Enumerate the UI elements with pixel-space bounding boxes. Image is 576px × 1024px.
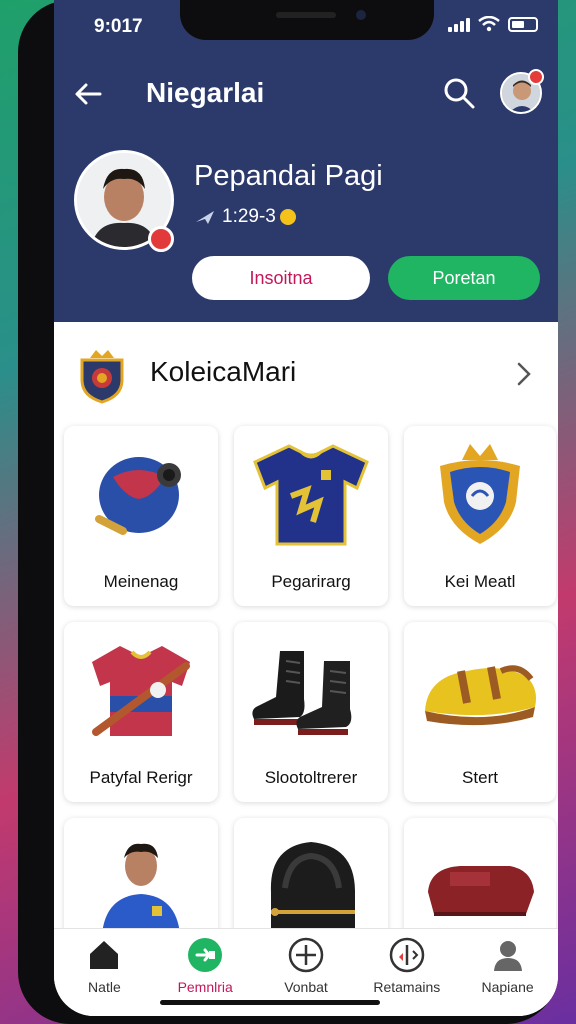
player-icon <box>102 843 180 934</box>
battery-icon <box>508 16 538 32</box>
collection-card-label: Patyfal Rerigr <box>89 768 193 787</box>
collection-card[interactable]: Stert <box>404 622 556 802</box>
page-title: Niegarlai <box>146 77 265 108</box>
glove-icon <box>270 842 355 932</box>
primary-action-button[interactable]: Insoitna <box>192 256 370 300</box>
profile-badge-icon <box>148 226 174 252</box>
plus-circle-icon <box>288 937 324 973</box>
collection-card[interactable]: Slootoltrerer <box>234 622 388 802</box>
plane-icon <box>196 211 214 224</box>
stats-value: 1:29-3 <box>222 206 276 227</box>
collection-card[interactable]: Kei Meatl <box>404 426 556 606</box>
collection-card-label: Stert <box>462 768 498 787</box>
tab-label: Natle <box>88 979 121 995</box>
person-icon <box>493 941 522 971</box>
status-icons <box>448 16 538 32</box>
collection-grid: Meinenag Pegarirarg Kei Meatl Patyfal Re… <box>64 426 558 998</box>
tab-label: Napiane <box>481 979 534 995</box>
tab-label: Pemnlria <box>177 979 233 995</box>
tab-label: Vonbat <box>284 979 328 995</box>
timer-icon <box>389 937 425 973</box>
red-cap-icon <box>428 866 534 916</box>
collection-card[interactable]: Patyfal Rerigr <box>64 622 218 802</box>
status-time: 9:017 <box>94 16 143 37</box>
shirt-with-bat-icon <box>92 646 190 736</box>
collection-title: KoleicaMari <box>150 356 297 387</box>
tab-home[interactable]: Natle <box>54 929 155 1016</box>
home-indicator[interactable] <box>160 1000 380 1005</box>
phone-frame: 9:017 Niegarlai Pepandai Pagi 1:29-3 Ins… <box>18 0 558 1024</box>
signal-icon <box>448 16 470 32</box>
green-circle-icon <box>188 938 223 972</box>
collection-card-label: Meinenag <box>103 572 179 591</box>
tab-label: Retamains <box>373 979 441 995</box>
collection-header[interactable]: KoleicaMari <box>54 336 558 412</box>
notification-badge <box>528 69 544 85</box>
home-icon <box>90 941 119 969</box>
collection-card[interactable]: Pegarirarg <box>234 426 388 606</box>
collection-card-label: Slootoltrerer <box>264 768 358 787</box>
profile-header: 9:017 Niegarlai Pepandai Pagi 1:29-3 Ins… <box>54 0 558 322</box>
device-notch <box>180 0 434 40</box>
app-screen: 9:017 Niegarlai Pepandai Pagi 1:29-3 Ins… <box>54 0 558 1016</box>
search-icon[interactable] <box>442 76 476 110</box>
jersey-icon <box>253 444 369 546</box>
collection-card[interactable]: Meinenag <box>64 426 218 606</box>
shield-ball-icon <box>95 457 181 535</box>
profile-stats: 1:29-3 <box>194 206 296 228</box>
collection-card-label: Pegarirarg <box>271 572 351 591</box>
crest-badge-icon <box>440 444 520 544</box>
yellow-shoe-icon <box>425 665 536 726</box>
crest-icon <box>80 350 124 404</box>
collection-card-label: Kei Meatl <box>444 572 516 591</box>
back-arrow-icon[interactable] <box>72 78 104 110</box>
secondary-action-button[interactable]: Poretan <box>388 256 540 300</box>
chevron-right-icon[interactable] <box>514 360 534 388</box>
wifi-icon <box>478 16 500 32</box>
profile-name: Pepandai Pagi <box>194 160 383 192</box>
coin-icon <box>279 209 296 225</box>
tab-profile[interactable]: Napiane <box>457 929 558 1016</box>
boots-icon <box>252 651 352 735</box>
